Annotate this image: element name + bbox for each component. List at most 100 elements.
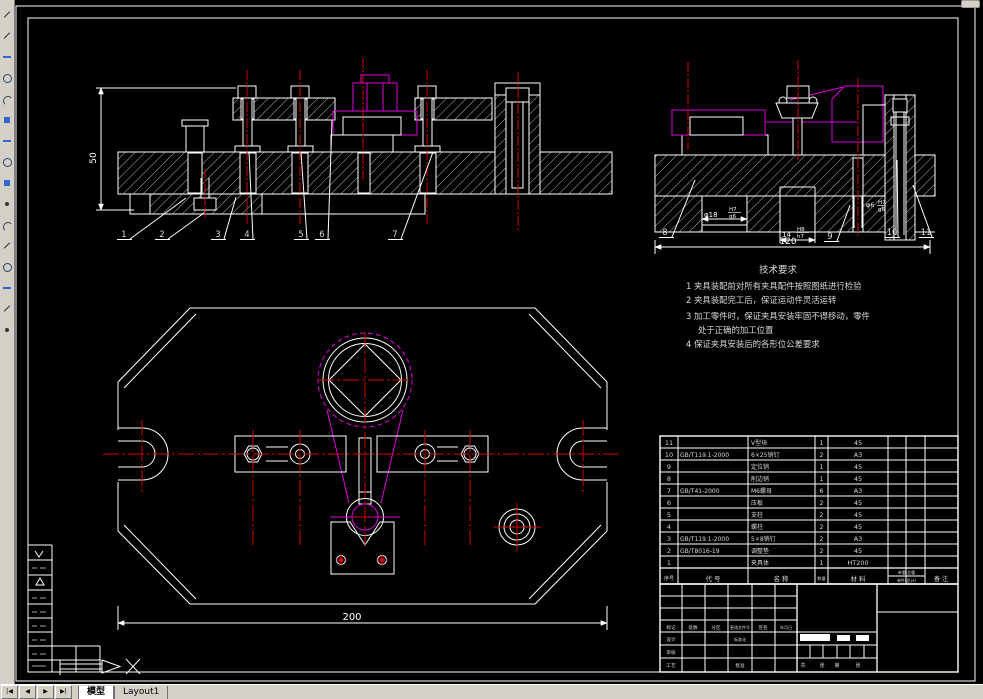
balloon-5: 5 (298, 230, 303, 240)
bom-name: 夹具体 (751, 559, 769, 567)
last-tab-button[interactable]: ▶| (55, 685, 72, 699)
scale-bar (856, 635, 869, 641)
drill-bushing (493, 503, 541, 551)
balloon-11: 11 (921, 228, 932, 238)
balloon-9: 9 (827, 232, 832, 242)
offset-icon[interactable] (1, 261, 13, 273)
front-view: 50 1 2 3 4 5 6 7 (89, 58, 613, 240)
bom-header-remark: 备 注 (934, 575, 948, 583)
arc-icon[interactable] (1, 93, 13, 106)
balloon-3: 3 (215, 230, 220, 240)
plan-view: 200 (103, 307, 622, 630)
ellipse-icon[interactable] (1, 156, 13, 168)
bom-qty: 2 (819, 451, 823, 459)
dim-6-lower: g6 (878, 207, 885, 213)
drawing-canvas: 50 1 2 3 4 5 6 7 φ18 H7 g6 14 H8 h7 φ6 H… (15, 5, 976, 682)
bom-material: 45 (854, 439, 862, 447)
bom-name: 6×25销钉 (751, 451, 779, 459)
bom-code: GB/T119.1-2000 (680, 452, 729, 459)
bom-name: M6螺母 (751, 487, 772, 495)
bom-name: 压板 (751, 499, 763, 507)
rectangle-icon[interactable] (1, 114, 13, 126)
bom-seq: 10 (665, 451, 673, 459)
bom-name: V型块 (751, 439, 767, 447)
tech-req-line-3: 3 加工零件时，保证夹具安装牢固不得移动，零件 (686, 311, 870, 321)
datum-triangle-icon (35, 576, 45, 586)
column-side (884, 94, 916, 241)
next-tab-button[interactable]: ▶ (37, 685, 54, 699)
tb-count: 处数 (688, 624, 698, 631)
dim-50-text: 50 (89, 152, 99, 164)
workpiece-front (330, 74, 418, 153)
bom-material: 45 (854, 463, 862, 471)
bom-name: 螺柱 (751, 523, 763, 531)
tab-layout1[interactable]: Layout1 (114, 685, 169, 699)
balloon-8: 8 (662, 228, 667, 238)
balloon-1: 1 (121, 230, 126, 240)
bom-qty: 2 (819, 547, 823, 555)
bom-qty: 1 (819, 463, 823, 471)
trim-icon[interactable] (1, 303, 13, 315)
technical-requirements: 技术要求 1 夹具装配前对所有夹具配件按照图纸进行检验 2 夹具装配完工后，保证… (686, 264, 870, 349)
bom-qty: 2 (819, 511, 823, 519)
bom-name: 削边销 (751, 475, 769, 483)
bom-header-weight-bottom: 单件(总计) (897, 577, 917, 583)
point-icon[interactable] (1, 198, 13, 210)
bom-material: 45 (854, 475, 862, 483)
bom-header-seq: 序号 (664, 575, 674, 582)
tech-req-line-4: 4 保证夹具安装后的各形位公差要求 (686, 339, 820, 349)
prev-tab-button[interactable]: ◀ (19, 685, 36, 699)
dim-18-lower: g6 (729, 214, 736, 220)
bom-material: 45 (854, 547, 862, 555)
bom-name: 支柱 (751, 511, 763, 519)
bom-seq: 9 (667, 463, 671, 471)
tab-model[interactable]: 模型 (78, 685, 115, 699)
tb-design: 设计 (666, 636, 676, 643)
dim-200-text: 200 (342, 612, 361, 623)
dim-6-prefix: φ6 (866, 201, 874, 209)
bom-code: GB/T41-2000 (680, 488, 720, 495)
bom-seq: 2 (667, 547, 671, 555)
balloon-10: 10 (887, 228, 898, 238)
bom-table: 11 10 9 8 7 6 5 4 3 2 1 GB/T119.1-2000 G… (659, 435, 959, 585)
balloon-2: 2 (159, 230, 164, 240)
first-tab-button[interactable]: |◀ (1, 685, 18, 699)
bom-seq: 8 (667, 475, 671, 483)
dimension-icon[interactable] (1, 324, 13, 336)
line-icon[interactable] (1, 51, 13, 63)
spline-icon[interactable] (1, 219, 13, 232)
mirror-icon[interactable] (1, 240, 13, 252)
bom-material: A3 (854, 487, 863, 495)
weight-bar (837, 635, 850, 641)
bom-material: 45 (854, 511, 862, 519)
bom-seq: 11 (665, 439, 673, 447)
pencil-icon[interactable] (1, 30, 13, 42)
tech-req-line-3b: 处于正确的加工位置 (698, 325, 773, 335)
dim-120-text: 120 (779, 237, 796, 247)
tb-standardize: 标准化 (734, 636, 746, 642)
dim-14-lower: h7 (797, 234, 804, 240)
bom-seq: 1 (667, 559, 671, 567)
tb-date: 年月日 (780, 624, 792, 630)
tb-sheet: 张 (819, 662, 824, 669)
hatch-icon[interactable] (1, 177, 13, 189)
workpiece-side (671, 85, 884, 143)
pointer-icon[interactable] (1, 9, 13, 21)
bom-material: HT200 (847, 559, 868, 567)
tb-no: 第 (834, 662, 839, 669)
bom-code: GB/T8016-19 (680, 548, 720, 555)
stage-mark-bar (800, 634, 830, 641)
clamp-bolt-side (775, 85, 819, 156)
bom-qty: 2 (819, 535, 823, 543)
title-block: 标记 处数 分区 更改文件号 签名 年月日 设计 标准化 审核 工艺 批准 共 … (659, 583, 959, 673)
bom-qty: 1 (819, 559, 823, 567)
tb-total: 共 (800, 662, 805, 669)
polyline-icon[interactable] (1, 135, 13, 147)
circle-icon[interactable] (1, 72, 13, 84)
balloon-6: 6 (319, 230, 324, 240)
bom-header-code: 代 号 (705, 574, 721, 583)
left-toolbar[interactable] (0, 0, 15, 685)
bom-qty: 1 (819, 475, 823, 483)
bom-material: 45 (854, 499, 862, 507)
move-icon[interactable] (1, 282, 13, 294)
